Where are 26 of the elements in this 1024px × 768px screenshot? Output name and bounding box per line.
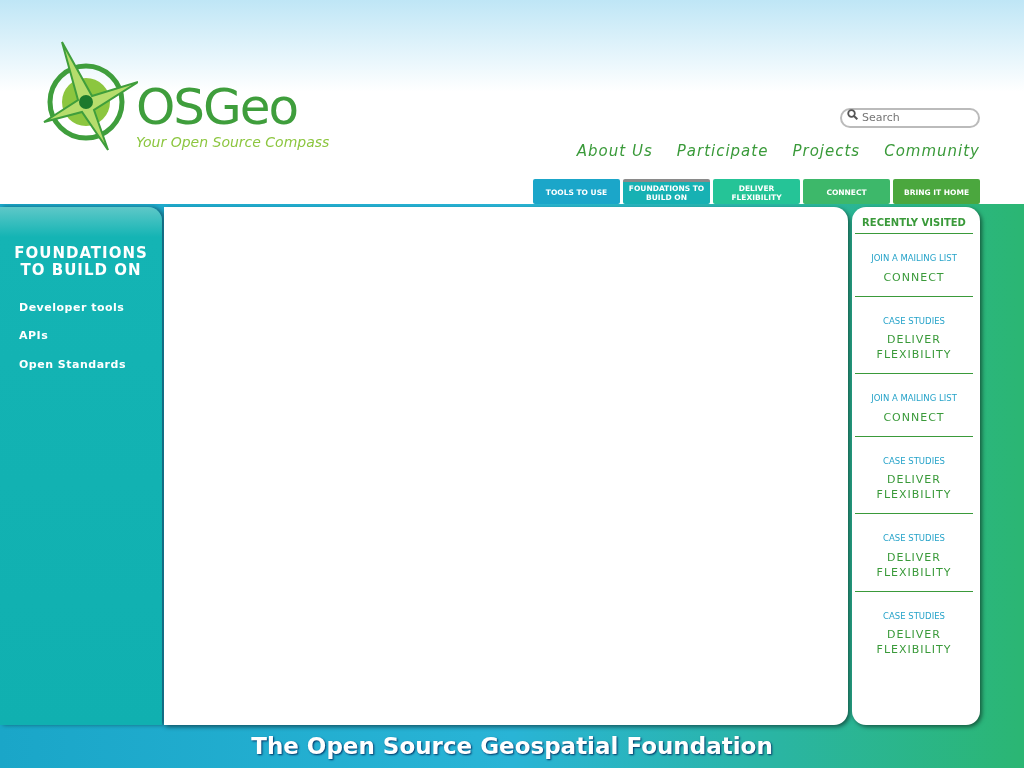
- category-label: JOIN A MAILING LIST: [870, 392, 958, 405]
- recent-link[interactable]: DELIVER FLEXIBILITY: [855, 628, 973, 658]
- sidebar-link[interactable]: Developer tools: [19, 299, 162, 316]
- recent-link[interactable]: CONNECT: [855, 270, 973, 286]
- nav-link[interactable]: Projects: [792, 140, 861, 163]
- footer-title: The Open Source Geospatial Foundation: [250, 732, 774, 761]
- logo-tagline: Your Open Source Compass: [136, 133, 330, 152]
- compass-logo-icon: [42, 40, 138, 152]
- recent-link[interactable]: DELIVER FLEXIBILITY: [855, 550, 973, 581]
- sidebar-link[interactable]: APIs: [19, 328, 162, 345]
- nav-link[interactable]: Community: [884, 140, 980, 163]
- category-label: CASE STUDIES: [882, 532, 946, 545]
- recent-link[interactable]: CONNECT: [855, 410, 973, 426]
- category-label: CASE STUDIES: [882, 314, 946, 328]
- recent-link[interactable]: DELIVER FLEXIBILITY: [855, 333, 973, 364]
- nav-link[interactable]: Participate: [676, 140, 769, 163]
- category-label: CASE STUDIES: [882, 609, 946, 623]
- nav-link[interactable]: About Us: [576, 140, 653, 163]
- sidebar-link[interactable]: Open Standards: [19, 356, 162, 373]
- category-label: JOIN A MAILING LIST: [870, 252, 958, 265]
- logo-wordmark: OSGeo: [136, 82, 299, 132]
- recent-link[interactable]: DELIVER FLEXIBILITY: [855, 473, 973, 504]
- category-label: CASE STUDIES: [882, 454, 946, 468]
- section-heading: FOUNDATIONS TO BUILD ON: [13, 245, 149, 280]
- search-field[interactable]: Search: [840, 107, 980, 128]
- panel-heading: RECENTLY VISITED: [855, 215, 973, 234]
